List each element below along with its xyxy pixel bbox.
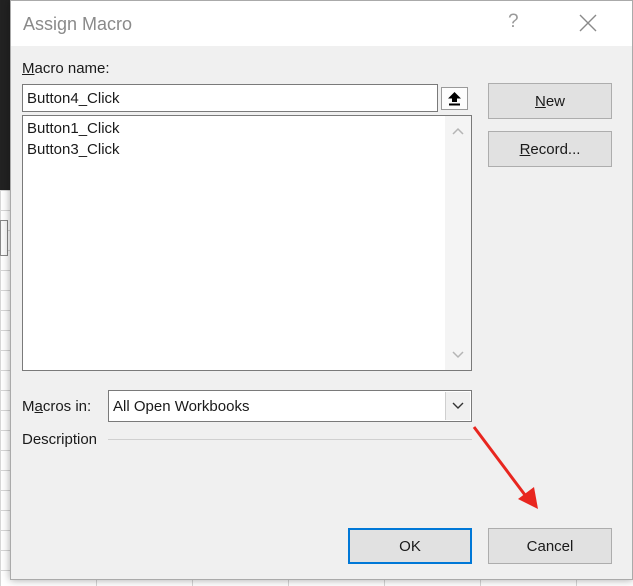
macros-in-label-accesskey: a [34,398,43,415]
close-button[interactable] [577,12,599,34]
macro-name-label-accesskey: M [22,60,35,77]
record-button[interactable]: Record... [488,131,612,167]
macro-name-label: Macro name: [22,60,110,77]
worksheet-button-edge [0,220,8,256]
annotation-arrow [472,426,538,509]
macros-in-label: Macros in: [22,398,91,415]
macros-in-value: All Open Workbooks [113,398,250,415]
record-button-accesskey: R [519,140,531,158]
close-icon [579,14,597,32]
help-button[interactable]: ? [508,11,519,33]
scroll-up-icon[interactable] [452,126,464,136]
description-label: Description [22,431,98,448]
macro-list[interactable]: Button1_Click Button3_Click [22,115,472,371]
new-button-accesskey: N [534,92,546,110]
ok-button[interactable]: OK [348,528,472,564]
collapse-dialog-icon [448,92,461,106]
collapse-dialog-button[interactable] [441,87,468,110]
macro-name-input[interactable] [22,84,438,112]
list-scrollbar[interactable] [445,116,471,370]
cancel-button[interactable]: Cancel [488,528,612,564]
chevron-down-icon [452,402,464,409]
new-button-label: ew [545,92,566,110]
dropdown-button[interactable] [445,392,470,420]
description-divider [108,439,472,440]
assign-macro-dialog: Assign Macro ? Macro name: Button1_Click… [10,0,633,580]
scroll-down-icon[interactable] [452,350,464,360]
macro-name-label-text: acro name: [34,60,110,77]
record-button-label: ecord... [530,140,581,158]
macros-in-label-text: cros in: [42,398,92,415]
new-button[interactable]: New [488,83,612,119]
dialog-title: Assign Macro [23,14,133,34]
list-item[interactable]: Button3_Click [27,141,120,158]
macros-in-select[interactable]: All Open Workbooks [108,390,472,422]
title-bar: Assign Macro ? [11,1,632,46]
macros-in-label-start: M [22,398,35,415]
list-item[interactable]: Button1_Click [27,120,120,137]
